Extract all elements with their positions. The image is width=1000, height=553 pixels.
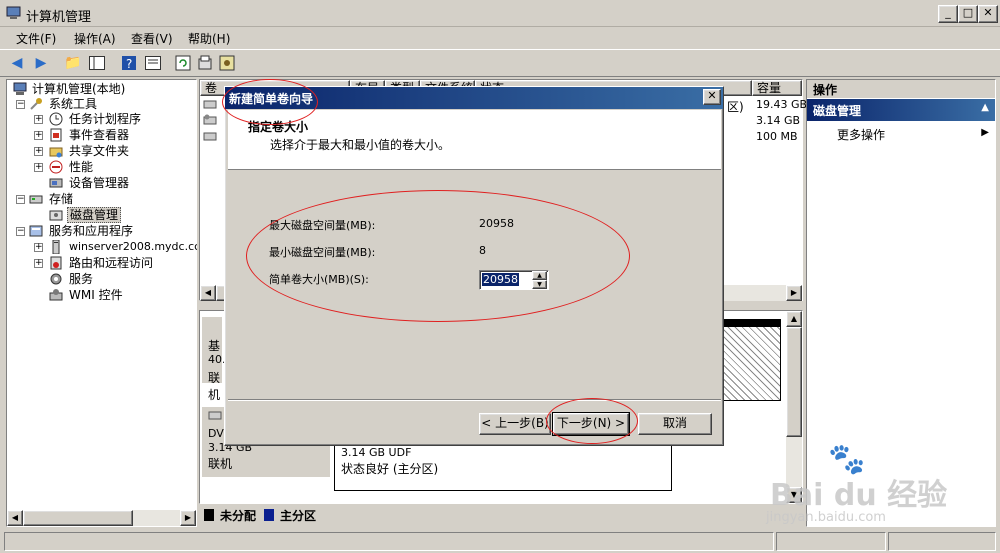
legend: 未分配 主分区 [204,506,504,524]
device-manager-icon [49,176,63,190]
refresh-icon[interactable] [172,53,194,73]
drive-icon [203,130,217,144]
menu-bar: 文件(F) 操作(A) 查看(V) 帮助(H) [0,27,1000,49]
storage-icon [29,192,43,206]
help-icon[interactable]: ? [118,53,140,73]
window-titlebar: 计算机管理 _ □ ✕ [0,0,1000,27]
disk-management-icon [49,208,63,222]
menu-help[interactable]: 帮助(H) [188,30,230,47]
status-bar [0,530,1000,553]
scroll-right-icon[interactable]: ▶ [786,285,802,301]
scroll-right-icon[interactable]: ▶ [180,510,196,526]
status-panel [776,532,886,551]
expand-toggle[interactable]: + [34,115,43,124]
scroll-up-icon[interactable]: ▲ [786,311,802,327]
gear-icon [49,272,63,286]
scroll-thumb[interactable] [23,510,133,526]
drive-icon [203,114,217,128]
annotation-circle-title [222,79,318,125]
navigation-tree: 计算机管理(本地) − 系统工具 + 任务计划程序 + 事件查看器 + 共享文件… [6,79,197,527]
performance-icon [49,160,63,174]
expand-toggle[interactable]: + [34,131,43,140]
actions-section-disk-management[interactable]: 磁盘管理 ▲ [807,99,995,121]
scroll-left-icon[interactable]: ◀ [200,285,216,301]
wmi-icon [49,288,63,302]
close-button[interactable]: ✕ [978,5,998,23]
toolbar: ◀ ▶ 📁 ? [0,49,1000,77]
disk-0-unallocated-partition[interactable] [723,319,781,401]
shared-folder-icon [49,144,63,158]
svg-text:?: ? [126,57,132,71]
services-apps-icon [29,224,43,238]
actions-header: 操作 [807,80,995,98]
event-viewer-icon [49,128,63,142]
routing-icon [49,256,63,270]
menu-file[interactable]: 文件(F) [16,30,56,47]
expand-toggle[interactable]: + [34,243,43,252]
computer-icon [13,82,27,96]
server-icon [49,239,63,255]
legend-swatch-unallocated [204,509,214,521]
scroll-left-icon[interactable]: ◀ [7,510,23,526]
back-arrow-icon[interactable]: ◀ [6,53,28,73]
tools-icon [29,97,43,111]
tree-horizontal-scrollbar[interactable]: ◀ ▶ [7,510,196,526]
submenu-arrow-icon: ▶ [981,127,989,138]
status-panel [888,532,996,551]
annotation-circle-next [546,398,638,444]
maximize-button[interactable]: □ [958,5,978,23]
status-panel [4,532,774,551]
scroll-thumb[interactable] [786,327,802,437]
forward-arrow-icon[interactable]: ▶ [30,53,52,73]
menu-action[interactable]: 操作(A) [74,30,116,47]
minimize-button[interactable]: _ [938,5,958,23]
expand-toggle[interactable]: + [34,259,43,268]
annotation-circle-values [246,190,630,322]
more-actions-item[interactable]: 更多操作 ▶ [807,125,995,143]
up-folder-icon[interactable]: 📁 [62,53,84,73]
computer-management-icon [6,6,22,20]
collapse-toggle[interactable]: − [16,227,25,236]
clock-icon [49,112,63,126]
dvd-icon [208,409,222,423]
dialog-separator [228,399,721,401]
baidu-watermark: 🐾 Bai du 经验 jingyan.baidu.com [766,442,948,525]
back-button[interactable]: < 上一步(B) [479,413,551,435]
collapse-toggle[interactable]: − [16,100,25,109]
dialog-subheading: 选择介于最大和最小值的卷大小。 [270,138,451,152]
collapse-toggle[interactable]: − [16,195,25,204]
collapse-up-icon[interactable]: ▲ [981,102,989,113]
legend-swatch-primary [264,509,274,521]
expand-toggle[interactable]: + [34,147,43,156]
show-tree-icon[interactable] [86,53,108,73]
dialog-close-button[interactable]: ✕ [703,89,721,105]
drive-icon [203,98,217,112]
export-icon[interactable] [194,53,216,73]
properties-icon[interactable] [142,53,164,73]
disk-1-partition[interactable]: 3.14 GB UDF 状态良好 (主分区) [334,439,672,491]
column-header-capacity[interactable]: 容量 [752,80,802,96]
settings-icon[interactable] [216,53,238,73]
window-title: 计算机管理 [26,10,92,25]
cancel-button[interactable]: 取消 [638,413,712,435]
menu-view[interactable]: 查看(V) [131,30,173,47]
disk-0-info: 基 40. 联机 [202,317,226,402]
expand-toggle[interactable]: + [34,163,43,172]
